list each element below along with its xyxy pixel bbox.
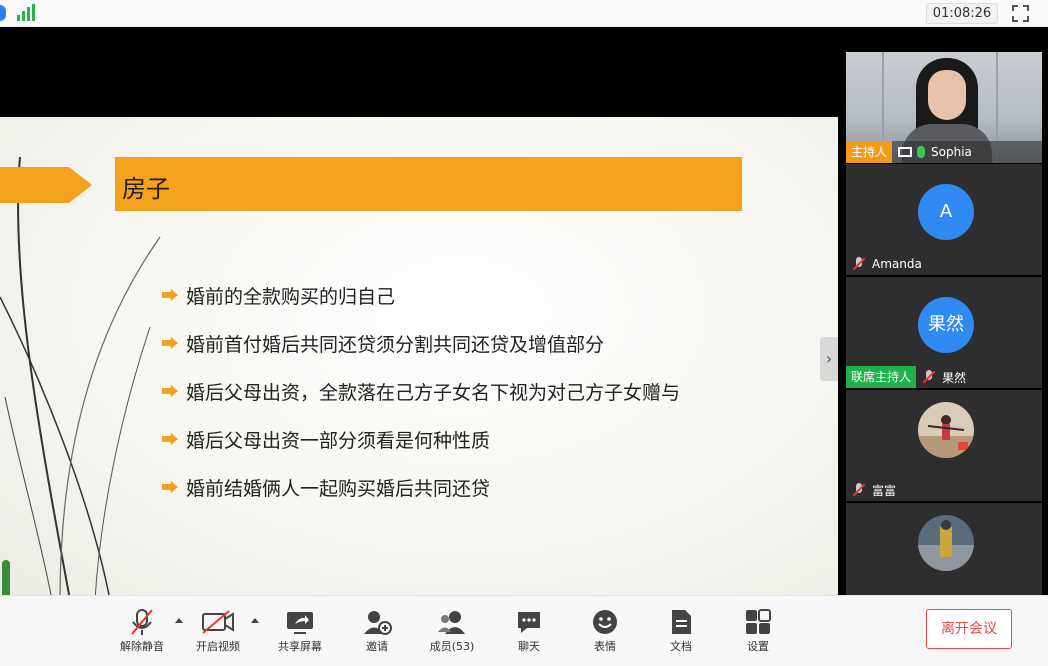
invite-button[interactable]: 邀请 xyxy=(345,606,409,654)
participant-tile[interactable] xyxy=(846,503,1042,595)
participant-avatar: A xyxy=(918,184,974,240)
info-icon[interactable] xyxy=(0,5,6,21)
share-screen-label: 共享屏幕 xyxy=(278,640,322,653)
leave-meeting-button[interactable]: 离开会议 xyxy=(926,609,1012,649)
mic-muted-icon xyxy=(110,606,174,638)
participant-tile[interactable]: 富富 xyxy=(846,390,1042,501)
bullet-text: 婚前结婚俩人一起购买婚后共同还贷 xyxy=(186,477,491,500)
participant-name: 富富 xyxy=(872,483,897,498)
slide-bullet: 婚前首付婚后共同还贷须分割共同还贷及增值部分 xyxy=(162,319,680,367)
host-name-bar: 主持人 Sophia xyxy=(846,141,1042,163)
participant-name: Amanda xyxy=(872,257,922,271)
members-label: 成员(53) xyxy=(429,640,475,653)
participants-sidebar[interactable]: 主持人 Sophia A Amanda 果然 联席主持人 果然 富富 xyxy=(843,27,1048,595)
participant-tile[interactable]: A Amanda xyxy=(846,164,1042,275)
bullet-arrow-icon xyxy=(162,481,178,493)
presentation-slide: 房子 婚前的全款购买的归自己 婚前首付婚后共同还贷须分割共同还贷及增值部分 婚后… xyxy=(0,117,838,600)
members-button[interactable]: 成员(53) xyxy=(420,606,484,654)
participant-name: Sophia xyxy=(931,145,972,159)
start-video-label: 开启视频 xyxy=(196,640,240,653)
participant-avatar: 果然 xyxy=(918,297,974,353)
slide-bullet: 婚前结婚俩人一起购买婚后共同还贷 xyxy=(162,463,680,511)
unmute-button[interactable]: 解除静音 xyxy=(110,606,174,654)
bullet-arrow-icon xyxy=(162,337,178,349)
slide-bullet-list: 婚前的全款购买的归自己 婚前首付婚后共同还贷须分割共同还贷及增值部分 婚后父母出… xyxy=(162,271,680,511)
video-options-caret-icon[interactable] xyxy=(251,618,259,623)
bullet-arrow-icon xyxy=(162,289,178,301)
signal-icon[interactable] xyxy=(17,4,35,21)
chat-icon xyxy=(497,606,561,638)
docs-button[interactable]: 文档 xyxy=(649,606,713,654)
video-off-icon xyxy=(186,606,250,638)
share-screen-icon xyxy=(268,606,332,638)
bullet-text: 婚前的全款购买的归自己 xyxy=(186,285,396,308)
participant-name-bar: 联席主持人 果然 xyxy=(846,366,1042,388)
host-video-feed xyxy=(928,70,966,120)
participant-tile[interactable]: 果然 联席主持人 果然 xyxy=(846,277,1042,388)
slide-bullet: 婚后父母出资一部分须看是何种性质 xyxy=(162,415,680,463)
invite-icon xyxy=(345,606,409,638)
slide-title-bar: 房子 xyxy=(115,157,742,211)
participant-photo-avatar xyxy=(918,515,974,571)
bullet-arrow-icon xyxy=(162,433,178,445)
participant-name: 果然 xyxy=(942,370,967,385)
slide-bullet: 婚后父母出资，全款落在己方子女名下视为对己方子女赠与 xyxy=(162,367,680,415)
next-page-button[interactable]: › xyxy=(820,337,838,381)
meeting-top-bar: 01:08:26 xyxy=(0,0,1048,27)
shared-screen-area: 房子 婚前的全款购买的归自己 婚前首付婚后共同还贷须分割共同还贷及增值部分 婚后… xyxy=(0,27,843,600)
emoji-icon xyxy=(573,606,637,638)
screen-share-icon xyxy=(898,147,913,157)
participant-name-bar: 富富 xyxy=(846,479,1042,501)
slide-title: 房子 xyxy=(122,175,170,203)
bullet-text: 婚前首付婚后共同还贷须分割共同还贷及增值部分 xyxy=(186,333,605,356)
members-icon xyxy=(420,606,484,638)
host-video-tile[interactable]: 主持人 Sophia xyxy=(846,52,1042,163)
bullet-arrow-icon xyxy=(162,385,178,397)
reactions-label: 表情 xyxy=(594,640,616,653)
settings-label: 设置 xyxy=(747,640,769,653)
host-badge: 主持人 xyxy=(846,141,893,163)
meeting-timer: 01:08:26 xyxy=(926,3,998,24)
bullet-text: 婚后父母出资一部分须看是何种性质 xyxy=(186,429,491,452)
share-screen-button[interactable]: 共享屏幕 xyxy=(268,606,332,654)
bullet-text: 婚后父母出资，全款落在己方子女名下视为对己方子女赠与 xyxy=(186,381,681,404)
mic-muted-icon xyxy=(922,370,936,384)
fullscreen-icon[interactable] xyxy=(1010,3,1031,24)
meeting-toolbar: 解除静音 开启视频 共享屏幕 邀请 成员(53) 聊天 表情 文档 设置 离开会… xyxy=(0,595,1048,666)
reactions-button[interactable]: 表情 xyxy=(573,606,637,654)
settings-button[interactable]: 设置 xyxy=(726,606,790,654)
unmute-label: 解除静音 xyxy=(120,640,164,653)
participant-name-bar: Amanda xyxy=(846,253,1042,275)
start-video-button[interactable]: 开启视频 xyxy=(186,606,250,654)
audio-options-caret-icon[interactable] xyxy=(175,618,183,623)
mic-on-icon xyxy=(917,146,926,158)
settings-grid-icon xyxy=(726,606,790,638)
docs-label: 文档 xyxy=(670,640,692,653)
cohost-badge: 联席主持人 xyxy=(846,366,917,388)
chat-button[interactable]: 聊天 xyxy=(497,606,561,654)
document-icon xyxy=(649,606,713,638)
slide-bullet: 婚前的全款购买的归自己 xyxy=(162,271,680,319)
participant-photo-avatar xyxy=(918,402,974,458)
mic-muted-icon xyxy=(852,483,866,497)
chat-label: 聊天 xyxy=(518,640,540,653)
invite-label: 邀请 xyxy=(366,640,388,653)
mic-muted-icon xyxy=(852,257,866,271)
